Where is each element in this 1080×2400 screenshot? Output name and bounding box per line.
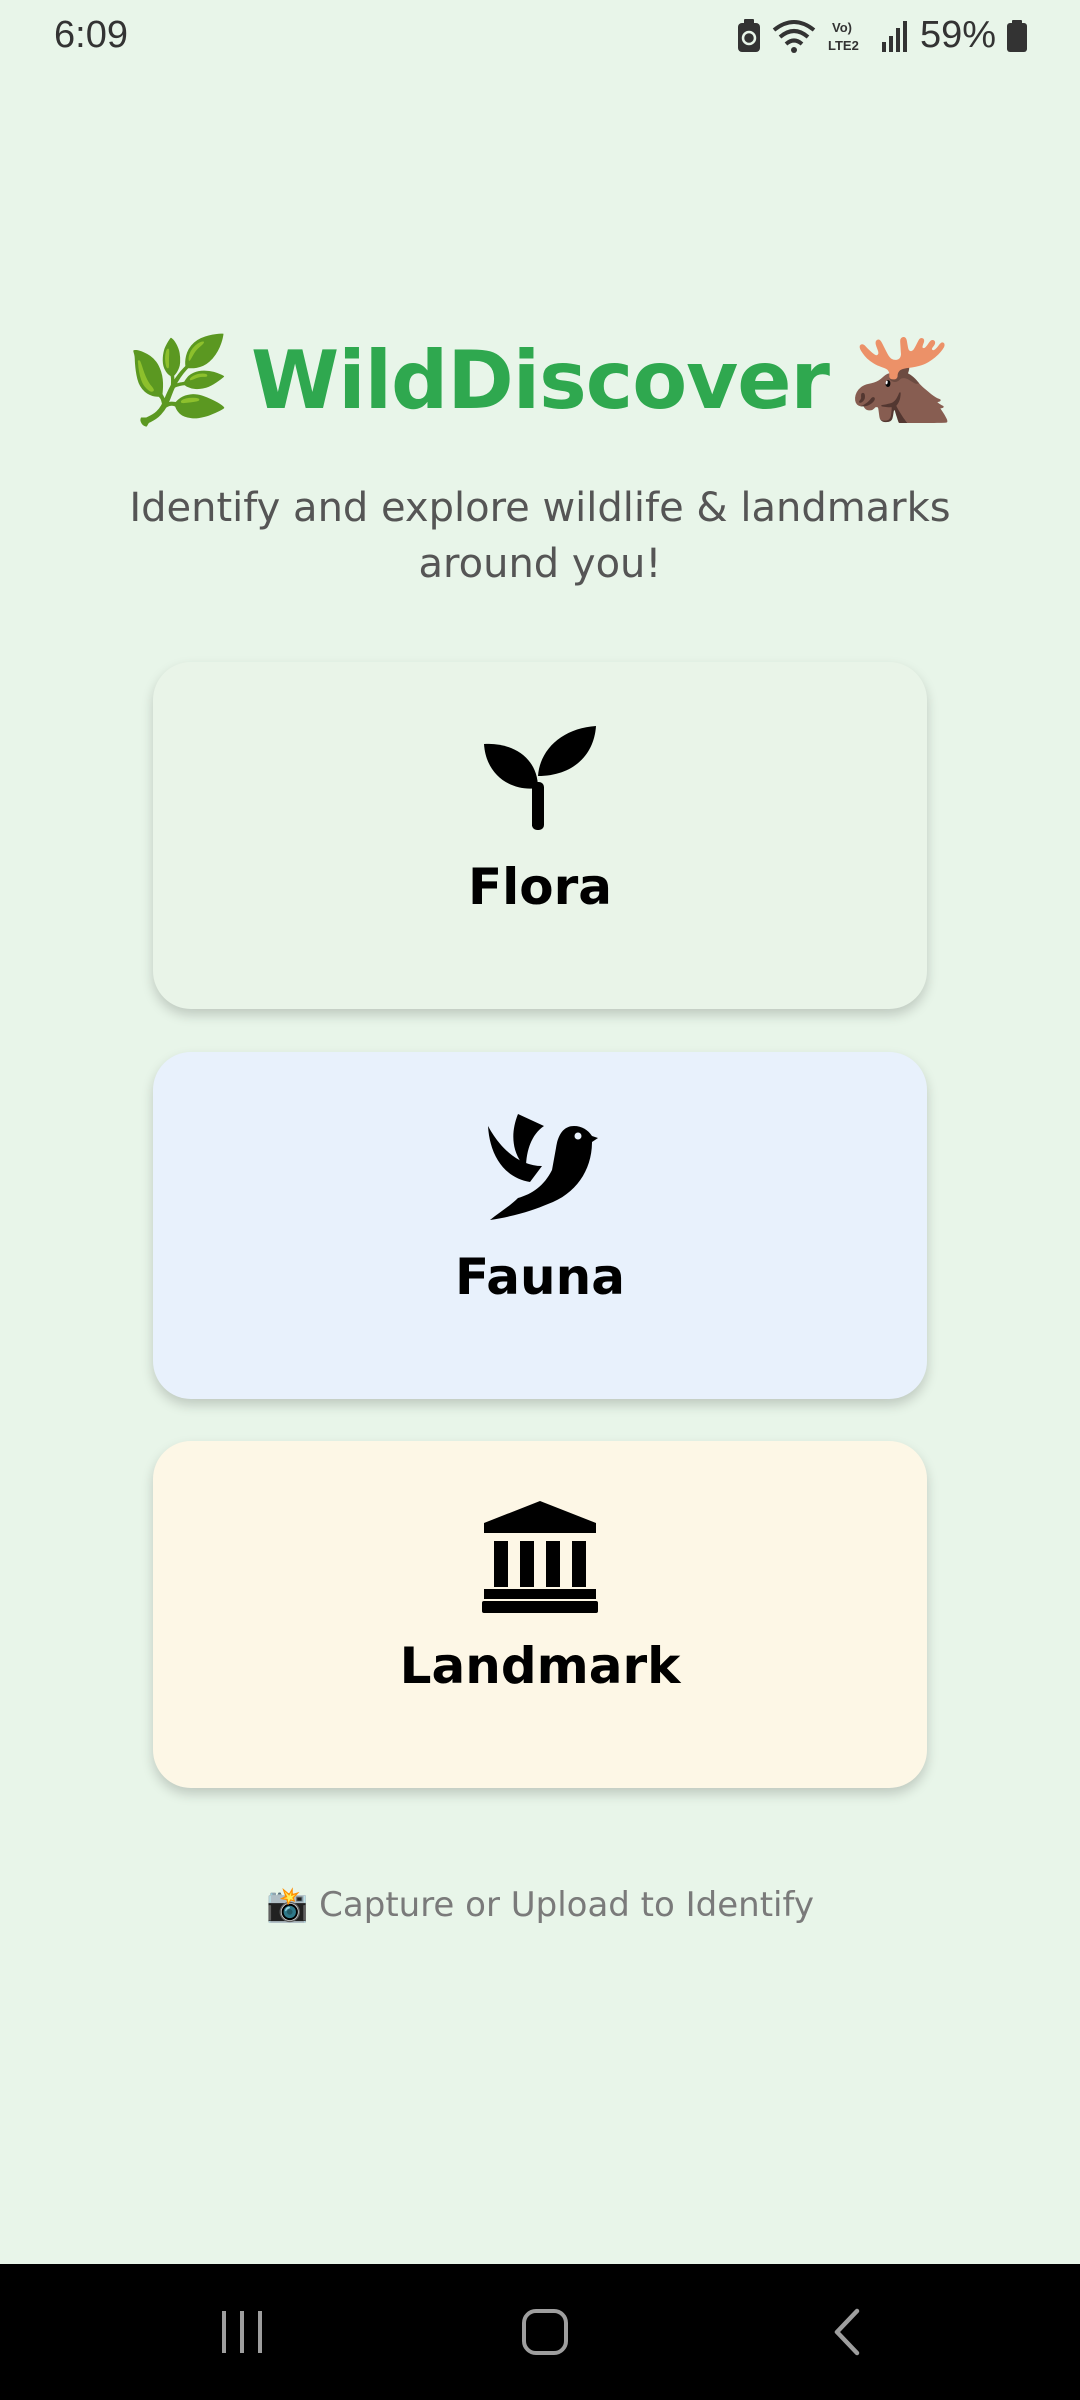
status-bar: 6:09 Vo) LTE2 59% xyxy=(0,0,1080,78)
app-subtitle: Identify and explore wildlife & landmark… xyxy=(129,485,951,587)
herb-emoji: 🌿 xyxy=(126,331,231,429)
back-icon[interactable] xyxy=(797,2294,897,2370)
signal-icon xyxy=(880,18,910,54)
landmark-label: Landmark xyxy=(399,1637,681,1695)
fauna-card[interactable]: Fauna xyxy=(153,1052,927,1399)
sprout-icon xyxy=(480,722,600,834)
battery-saver-icon xyxy=(736,18,762,54)
battery-percent: 59% xyxy=(919,14,996,56)
landmark-icon xyxy=(480,1501,600,1613)
dove-icon xyxy=(480,1112,600,1224)
lte-icon: Vo) LTE2 xyxy=(826,18,870,54)
capture-hint: 📸 Capture or Upload to Identify xyxy=(266,1885,814,1925)
status-time: 6:09 xyxy=(54,14,128,56)
navigation-bar xyxy=(0,2264,1080,2400)
flora-card[interactable]: Flora xyxy=(153,662,927,1009)
flora-label: Flora xyxy=(467,858,613,916)
app-header: 🌿 WildDiscover 🫎 xyxy=(0,320,1080,440)
home-icon[interactable] xyxy=(495,2294,595,2370)
status-icons: Vo) LTE2 59% xyxy=(736,14,1028,57)
landmark-card[interactable]: Landmark xyxy=(153,1441,927,1788)
app-title: WildDiscover xyxy=(250,333,830,427)
moose-emoji: 🫎 xyxy=(849,331,954,429)
recents-icon[interactable] xyxy=(193,2294,293,2370)
fauna-label: Fauna xyxy=(455,1248,625,1306)
svg-text:LTE2: LTE2 xyxy=(828,38,859,53)
battery-icon xyxy=(1006,18,1028,54)
svg-text:Vo): Vo) xyxy=(832,20,852,35)
wifi-icon xyxy=(772,18,816,54)
